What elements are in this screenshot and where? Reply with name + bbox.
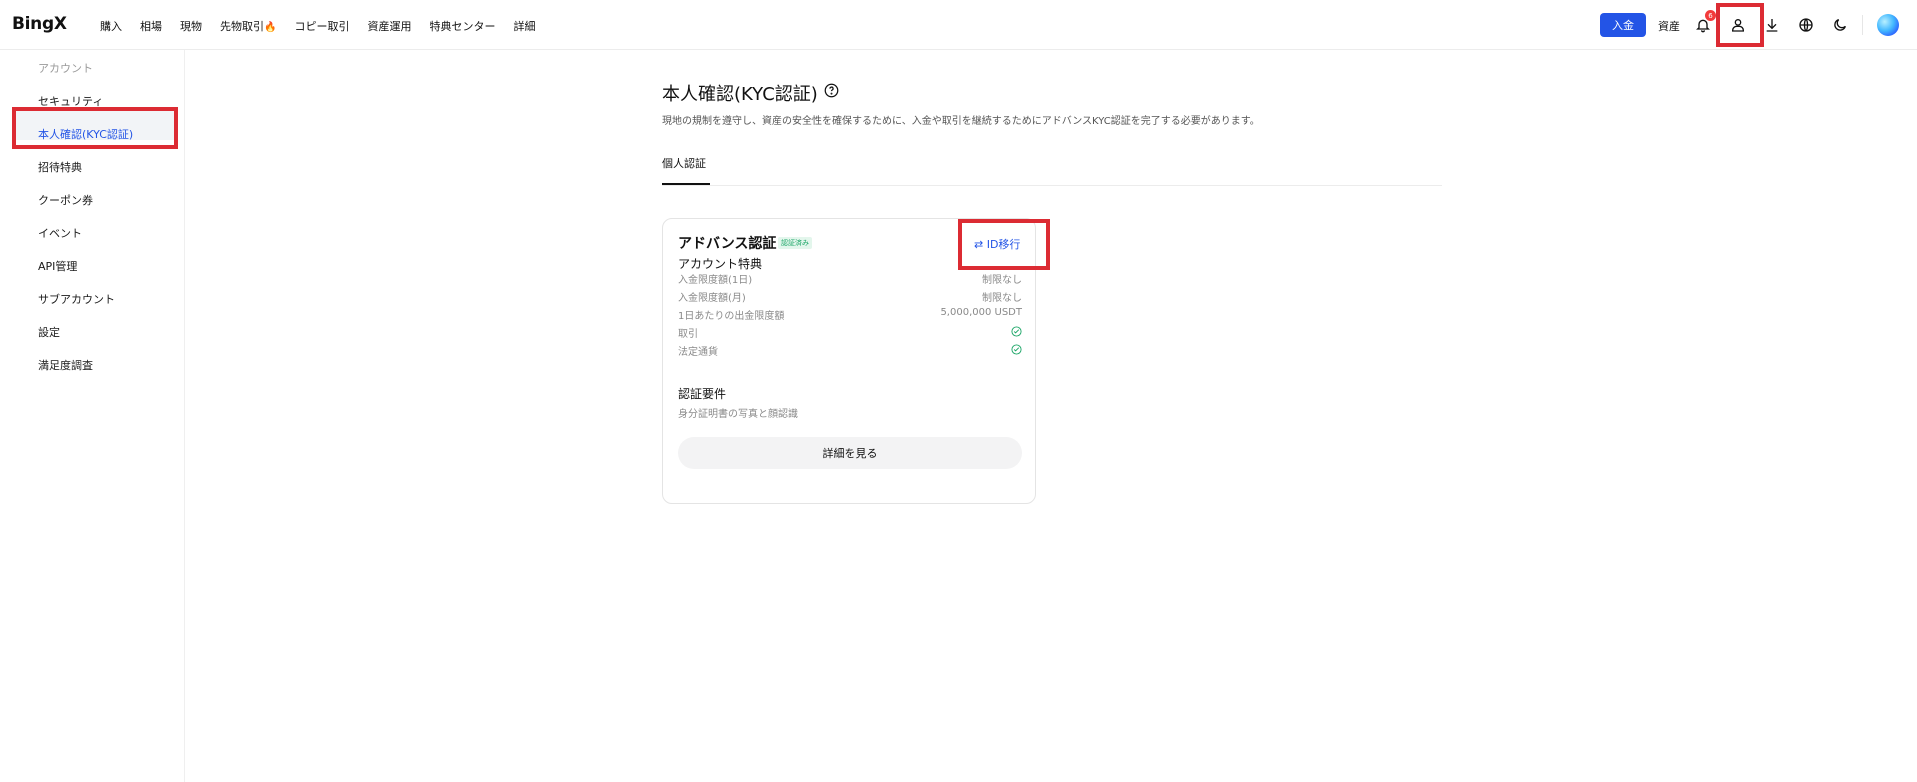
requirements-description: 身分証明書の写真と顔認識 — [678, 409, 798, 420]
page-title: 本人確認(KYC認証) — [662, 84, 818, 105]
benefit-value: 制限なし — [982, 293, 1022, 304]
nav-rewards-center[interactable]: 特典センター — [429, 18, 495, 34]
requirements-title: 認証要件 — [678, 387, 727, 401]
advanced-verification-card: アドバンス認証 認証済み ⇄ ID移行 アカウント特典 入金限度額(1日) 制限… — [662, 218, 1036, 504]
sidebar-item-api[interactable]: API管理 — [38, 258, 77, 274]
moon-icon — [1834, 19, 1846, 31]
check-circle-icon — [1011, 344, 1022, 355]
nav-more[interactable]: 詳細 — [513, 18, 535, 34]
benefit-label: 取引 — [678, 329, 698, 340]
tab-divider — [662, 185, 1442, 186]
sidebar-item-coupons[interactable]: クーポン券 — [38, 192, 93, 208]
avatar[interactable] — [1877, 14, 1899, 36]
download-icon — [1766, 19, 1778, 32]
top-header: BingX 購入 相場 現物 先物取引🔥 コピー取引 資産運用 特典センター 詳… — [0, 0, 1917, 50]
user-icon — [1732, 19, 1744, 32]
globe-icon — [1799, 18, 1813, 32]
benefit-label: 入金限度額(1日) — [678, 275, 753, 286]
bingx-logo[interactable]: BingX — [12, 14, 67, 34]
benefit-row: 入金限度額(月) 制限なし — [678, 289, 1022, 304]
id-transfer-link[interactable]: ⇄ ID移行 — [974, 236, 1020, 252]
help-icon[interactable] — [824, 83, 839, 98]
sidebar-section-account: アカウント — [38, 62, 93, 75]
sidebar-item-subaccount[interactable]: サブアカウント — [38, 291, 115, 307]
sidebar-active-indicator — [12, 110, 15, 140]
benefit-row: 法定通貨 — [678, 343, 1022, 358]
sidebar-item-kyc[interactable]: 本人確認(KYC認証) — [38, 126, 133, 142]
notification-button[interactable]: 6 — [1692, 10, 1716, 36]
benefit-value: 制限なし — [982, 275, 1022, 286]
nav-buy[interactable]: 購入 — [100, 18, 122, 34]
swap-icon: ⇄ — [974, 238, 984, 251]
benefit-row: 取引 — [678, 325, 1022, 340]
download-button[interactable] — [1761, 14, 1783, 36]
nav-copy-trading[interactable]: コピー取引 — [294, 18, 349, 34]
sidebar-item-security[interactable]: セキュリティ — [38, 93, 103, 109]
sidebar-item-referral[interactable]: 招待特典 — [38, 159, 82, 175]
main-nav: 購入 相場 現物 先物取引🔥 コピー取引 資産運用 特典センター 詳細 — [100, 18, 535, 34]
nav-wealth[interactable]: 資産運用 — [367, 18, 411, 34]
benefit-label: 法定通貨 — [678, 347, 718, 358]
nav-futures-label: 先物取引 — [220, 20, 264, 33]
id-transfer-label: ID移行 — [986, 238, 1021, 251]
benefits-title: アカウント特典 — [678, 257, 763, 271]
benefit-row: 1日あたりの出金限度額 5,000,000 USDT — [678, 307, 1022, 322]
assets-link[interactable]: 資産 — [1658, 18, 1680, 34]
benefit-row: 入金限度額(1日) 制限なし — [678, 271, 1022, 286]
nav-spot[interactable]: 現物 — [180, 18, 202, 34]
sidebar-item-settings[interactable]: 設定 — [38, 324, 60, 340]
notification-count: 6 — [1705, 10, 1716, 21]
nav-markets[interactable]: 相場 — [140, 18, 162, 34]
tab-personal-verification[interactable]: 個人認証 — [662, 155, 706, 171]
card-title: アドバンス認証 — [678, 236, 777, 252]
benefit-label: 入金限度額(月) — [678, 293, 746, 304]
check-circle-icon — [1011, 326, 1022, 337]
view-details-button[interactable]: 詳細を見る — [678, 437, 1022, 469]
header-divider — [1862, 15, 1863, 35]
theme-toggle[interactable] — [1829, 14, 1851, 36]
benefit-label: 1日あたりの出金限度額 — [678, 311, 785, 322]
sidebar-item-survey[interactable]: 満足度調査 — [38, 357, 93, 373]
sidebar: アカウント セキュリティ 本人確認(KYC認証) 招待特典 クーポン券 イベント… — [0, 50, 185, 782]
benefit-value: 5,000,000 USDT — [940, 307, 1022, 318]
nav-futures[interactable]: 先物取引🔥 — [220, 18, 276, 34]
deposit-button[interactable]: 入金 — [1600, 13, 1646, 37]
verified-badge: 認証済み — [778, 237, 812, 249]
account-button[interactable] — [1727, 14, 1749, 36]
sidebar-item-events[interactable]: イベント — [38, 225, 82, 241]
language-button[interactable] — [1795, 14, 1817, 36]
fire-icon: 🔥 — [264, 22, 277, 33]
page-description: 現地の規制を遵守し、資産の安全性を確保するために、入金や取引を継続するためにアド… — [662, 116, 1260, 127]
